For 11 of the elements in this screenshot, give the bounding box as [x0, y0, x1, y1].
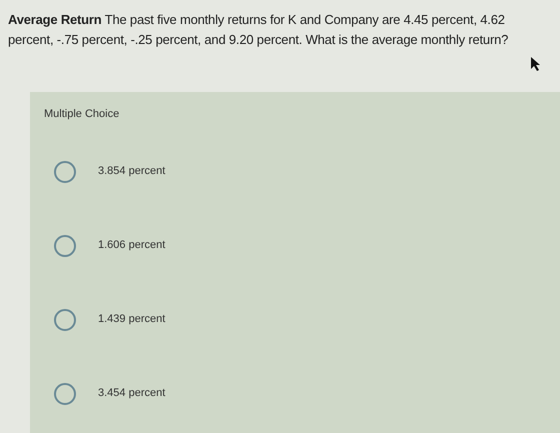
radio-button[interactable] [54, 308, 76, 330]
option-label: 1.606 percent [98, 238, 166, 254]
option-label: 1.439 percent [98, 312, 166, 328]
panel-label: Multiple Choice [44, 107, 120, 122]
radio-button[interactable] [54, 160, 76, 182]
pointer-icon [530, 56, 542, 72]
option-label: 3.854 percent [98, 164, 166, 180]
radio-button[interactable] [54, 234, 76, 256]
radio-button[interactable] [54, 382, 76, 404]
question-text: Average Return The past five monthly returns for K and Company are 4.45 percent, 4.62 percent, -.75 percent, -.25 percent, and 9.20 percent. What is the average monthly return? [8, 11, 510, 49]
option-label: 3.454 percent [98, 386, 166, 402]
